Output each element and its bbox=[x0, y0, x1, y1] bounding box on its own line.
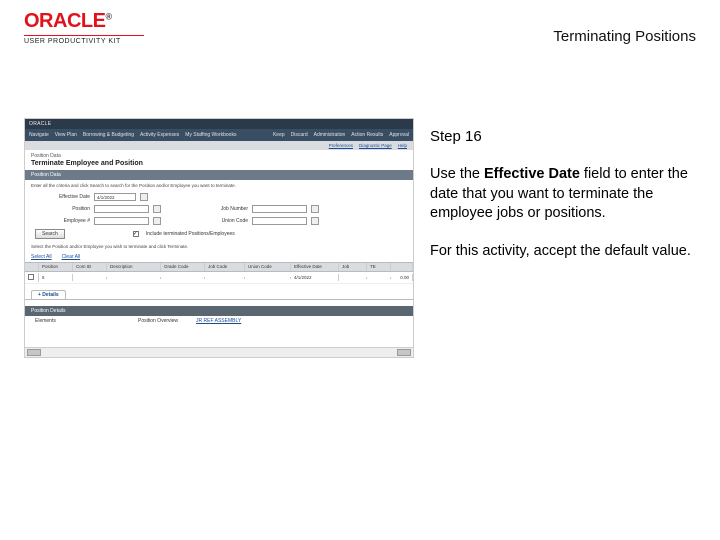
effective-date-label: Effective Date bbox=[35, 194, 90, 200]
position-label: Position bbox=[35, 206, 90, 212]
calendar-icon[interactable] bbox=[140, 193, 148, 201]
nav-item[interactable]: Administration bbox=[314, 132, 346, 138]
section-bar: Position Data bbox=[25, 170, 413, 180]
effective-date-field[interactable]: 4/1/2022 bbox=[94, 193, 136, 201]
app-brand-bar: ORACLE bbox=[25, 119, 413, 129]
include-terminated-label: Include terminated Positions/Employees bbox=[146, 231, 235, 237]
brand-subtitle: USER PRODUCTIVITY KIT bbox=[24, 38, 144, 45]
clear-all-link[interactable]: Clear All bbox=[62, 254, 81, 260]
preferences-link[interactable]: Preferences bbox=[329, 143, 353, 148]
table-row[interactable]: 5 4/1/2022 0.00 bbox=[25, 272, 413, 284]
tab-details[interactable]: + Details bbox=[31, 290, 66, 299]
row-select-checkbox[interactable] bbox=[28, 274, 34, 280]
nav-item[interactable]: My Staffing Workbooks bbox=[185, 132, 236, 138]
position-overview-label: Position Overview bbox=[138, 318, 178, 324]
horizontal-scrollbar[interactable] bbox=[25, 347, 413, 357]
nav-item[interactable]: Navigate bbox=[29, 132, 49, 138]
lookup-icon[interactable] bbox=[311, 205, 319, 213]
detail-tabs: + Details bbox=[25, 288, 413, 300]
help-link[interactable]: Help bbox=[398, 143, 407, 148]
nav-item[interactable]: Borrowing & Budgeting bbox=[83, 132, 134, 138]
app-nav: Navigate View Plan Borrowing & Budgeting… bbox=[25, 129, 413, 141]
doc-title: Terminating Positions bbox=[553, 28, 696, 45]
job-number-label: Job Number bbox=[193, 206, 248, 212]
nav-item[interactable]: Activity Expenses bbox=[140, 132, 179, 138]
lookup-icon[interactable] bbox=[311, 217, 319, 225]
union-code-field[interactable] bbox=[252, 217, 307, 225]
include-terminated-checkbox[interactable] bbox=[133, 231, 139, 237]
step-body-secondary: For this activity, accept the default va… bbox=[430, 242, 696, 262]
page-title: Terminate Employee and Position bbox=[25, 160, 413, 170]
nav-item[interactable]: Approval bbox=[389, 132, 409, 138]
employee-field[interactable] bbox=[94, 217, 149, 225]
nav-item[interactable]: Keep bbox=[273, 132, 285, 138]
elements-label: Elements bbox=[35, 318, 90, 324]
instruction-text: Enter all the criteria and click Search … bbox=[25, 180, 413, 191]
select-all-link[interactable]: Select All bbox=[31, 254, 52, 260]
diagnostics-link[interactable]: Diagnostic Page bbox=[359, 143, 392, 148]
brand-logo: ORACLE® USER PRODUCTIVITY KIT bbox=[24, 10, 144, 45]
lookup-icon[interactable] bbox=[153, 217, 161, 225]
post-search-text: Select the Position and/or Employee you … bbox=[25, 241, 413, 252]
search-button[interactable]: Search bbox=[35, 229, 65, 239]
employee-label: Employee # bbox=[35, 218, 90, 224]
step-label: Step 16 bbox=[430, 128, 696, 145]
nav-item[interactable]: Action Results bbox=[351, 132, 383, 138]
job-number-field[interactable] bbox=[252, 205, 307, 213]
position-overview-link[interactable]: JR REF ASSEMBLY bbox=[196, 318, 241, 324]
nav-item[interactable]: View Plan bbox=[55, 132, 77, 138]
nav-item[interactable]: Discard bbox=[291, 132, 308, 138]
lookup-icon[interactable] bbox=[153, 205, 161, 213]
position-details-bar: Position Details bbox=[25, 306, 413, 316]
union-code-label: Union Code bbox=[193, 218, 248, 224]
step-body: Use the Effective Date field to enter th… bbox=[430, 165, 696, 224]
position-field[interactable] bbox=[94, 205, 149, 213]
results-table-header: Position Com ID Description Grade Code J… bbox=[25, 262, 413, 272]
section-label: Position Data bbox=[25, 150, 413, 160]
instruction-panel: Step 16 Use the Effective Date field to … bbox=[430, 118, 696, 358]
app-substrip: Preferences Diagnostic Page Help bbox=[25, 141, 413, 150]
embedded-screenshot: ORACLE Navigate View Plan Borrowing & Bu… bbox=[24, 118, 414, 358]
